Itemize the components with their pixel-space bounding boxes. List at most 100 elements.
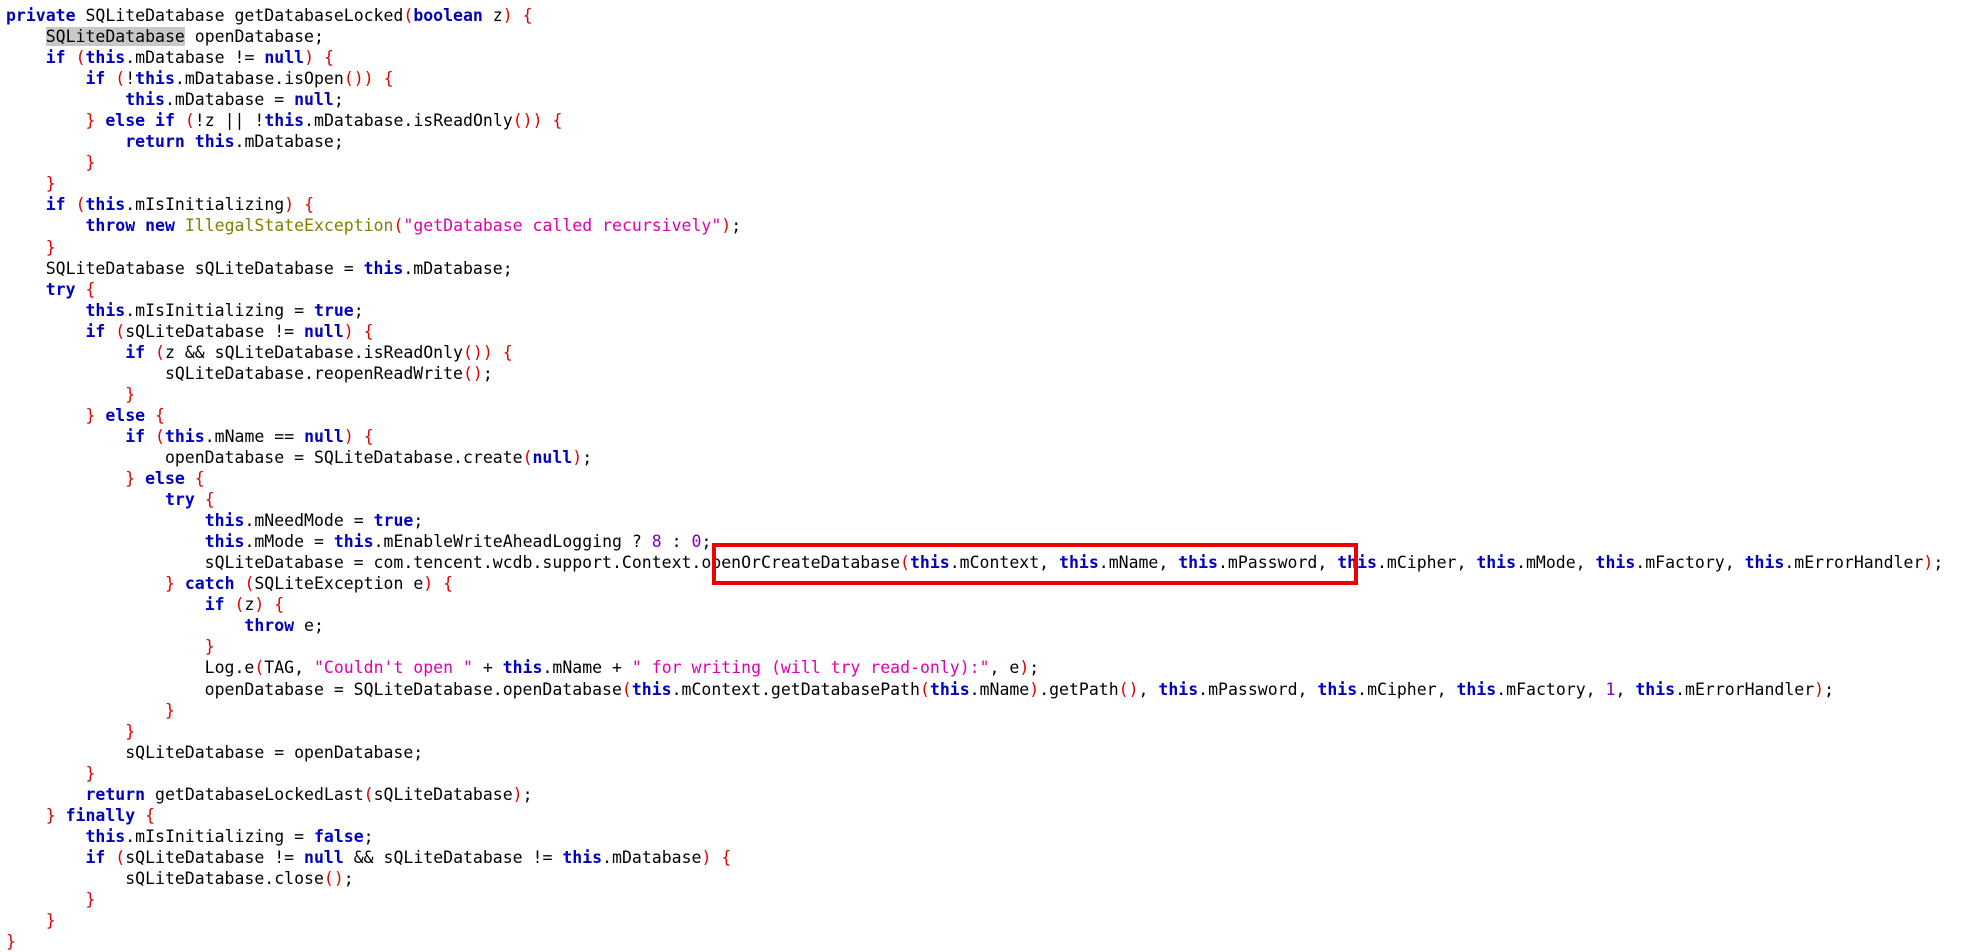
code-token: ( [254, 658, 265, 678]
code-token: e; [294, 616, 324, 636]
code-token: ; [701, 532, 712, 552]
code-token: { [363, 321, 374, 341]
code-token: .mFactory, [1635, 553, 1745, 573]
code-token: this [85, 826, 126, 846]
code-token: " for writing (will try read-only):" [631, 658, 990, 678]
code-token: } [45, 237, 56, 257]
code-token: } [45, 174, 56, 194]
code-token: .mPassword, [1218, 553, 1338, 573]
code-token: .mMode, [1516, 553, 1596, 573]
code-token: null [532, 447, 573, 467]
code-token: .mName == [204, 426, 305, 446]
code-token: null [304, 426, 344, 446]
code-token: else [105, 111, 146, 131]
code-token: openDatabase; [184, 27, 324, 47]
code-token: getDatabaseLockedLast [145, 784, 364, 804]
code-token: ) [284, 195, 295, 215]
code-token: this [204, 511, 245, 531]
code-token: ) [512, 784, 523, 804]
code-token: .mIsInitializing = [125, 300, 314, 320]
code-token: ( [184, 111, 195, 131]
code-token: if [204, 595, 225, 615]
code-token: { [85, 279, 96, 299]
code-token: ( [155, 426, 165, 446]
code-token: true [373, 511, 414, 531]
code-token: this [909, 553, 950, 573]
code-token: ( [115, 321, 126, 341]
code-token: if [85, 321, 106, 341]
code-token: .mDatabase.isReadOnly [304, 111, 513, 131]
code-token: sQLiteDatabase != [125, 847, 305, 867]
code-token: ) [502, 6, 513, 25]
source-code-text[interactable]: private SQLiteDatabase getDatabaseLocked… [0, 0, 1943, 952]
code-token: ; [413, 511, 424, 531]
code-token: .mIsInitializing = [125, 826, 314, 846]
code-token: this [333, 532, 374, 552]
code-token: this [85, 195, 126, 215]
code-token: 0 [691, 532, 702, 552]
code-token: .mMode = [244, 532, 334, 552]
code-token: ()) [343, 69, 374, 89]
code-token: z && sQLiteDatabase.isReadOnly [164, 342, 463, 362]
code-line: } else { [6, 405, 1943, 426]
code-token: .mEnableWriteAheadLogging ? [373, 532, 652, 552]
code-token: { [323, 48, 334, 68]
code-editor[interactable]: private SQLiteDatabase getDatabaseLocked… [0, 0, 1977, 951]
code-token: ; [1824, 679, 1835, 699]
code-token: .mDatabase != [125, 48, 265, 68]
code-token: { [274, 595, 285, 615]
code-token: ) [1019, 658, 1030, 678]
code-token: ) [254, 595, 265, 615]
code-token: .getPath [1039, 679, 1119, 699]
code-token: } [85, 763, 96, 783]
code-token: if [155, 111, 175, 131]
code-line: try { [6, 279, 1943, 300]
code-token: this [1456, 679, 1497, 699]
code-token: sQLiteDatabase != [125, 321, 305, 341]
code-token: 8 [651, 532, 662, 552]
code-token: null [294, 90, 334, 110]
code-token: z [482, 6, 503, 25]
code-line: } [6, 384, 1943, 405]
code-token: ( [234, 595, 245, 615]
code-token: ( [522, 447, 533, 467]
code-token: this [1059, 553, 1099, 573]
code-token: ) [1029, 679, 1040, 699]
code-token: .mDatabase [602, 847, 702, 867]
code-token: this [1337, 553, 1377, 573]
code-token: this [1476, 553, 1517, 573]
code-token: ( [621, 679, 632, 699]
code-token: { [721, 847, 732, 867]
code-token: .mNeedMode = [244, 511, 374, 531]
code-token: openDatabase = SQLiteDatabase.openDataba… [6, 679, 622, 699]
code-line: if (this.mName == null) { [6, 426, 1943, 447]
code-token: sQLiteDatabase.reopenReadWrite [6, 363, 463, 383]
code-token: if [45, 195, 66, 215]
code-line: } [6, 889, 1943, 910]
code-token: this [164, 426, 205, 446]
code-token: ; [343, 868, 354, 888]
code-token: this [85, 48, 126, 68]
